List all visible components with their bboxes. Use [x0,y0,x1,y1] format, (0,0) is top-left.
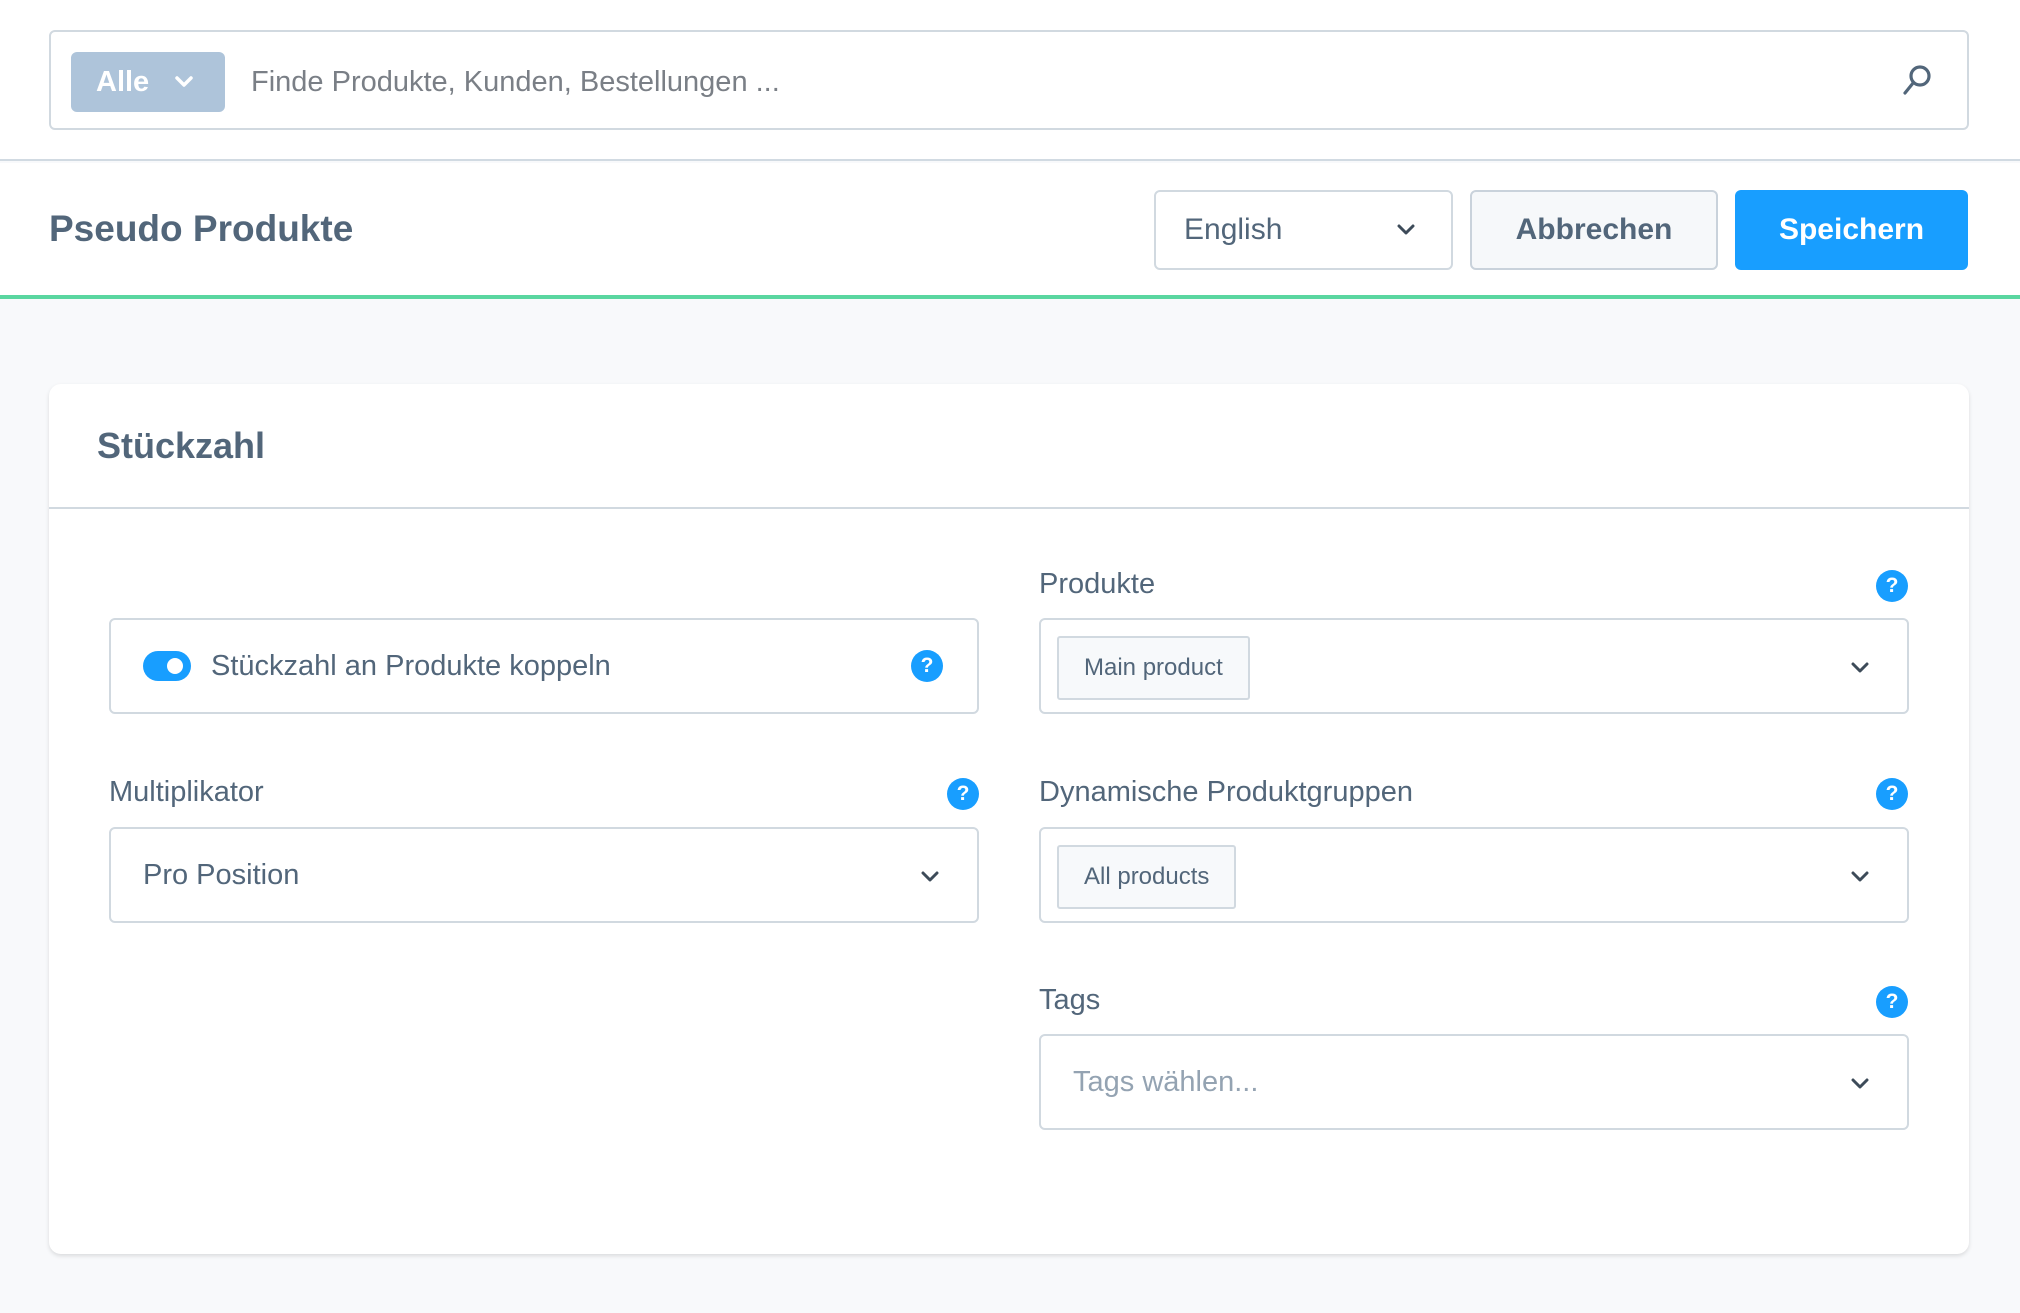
tags-select[interactable]: Tags wählen... [1039,1034,1909,1130]
search-scope-dropdown[interactable]: Alle [71,52,225,112]
search-icon[interactable] [1899,62,1935,98]
chevron-down-icon [175,76,193,87]
multiplier-select[interactable]: Pro Position [109,827,979,923]
language-select-value: English [1184,213,1283,246]
search-scope-label: Alle [96,65,150,98]
quantity-card: Stückzahl Stückzahl an Produkte koppeln … [49,384,1969,1254]
help-icon[interactable]: ? [947,778,979,810]
help-icon[interactable]: ? [1876,570,1908,602]
product-tag[interactable]: Main product [1057,636,1250,700]
chevron-down-icon [921,871,939,882]
card-header: Stückzahl [49,384,1969,509]
page-header: Pseudo Produkte English Abbrechen Speich… [0,163,2020,299]
search-input[interactable] [251,52,1751,112]
products-select[interactable]: Main product [1039,618,1909,714]
multiplier-value: Pro Position [143,858,300,891]
chevron-down-icon [1397,224,1415,235]
chevron-down-icon [1851,871,1869,882]
multiplier-label: Multiplikator [109,776,264,808]
global-search: Alle [49,30,1969,130]
save-button[interactable]: Speichern [1735,190,1968,270]
help-icon[interactable]: ? [1876,986,1908,1018]
tags-label: Tags [1039,984,1101,1016]
cancel-button[interactable]: Abbrechen [1470,190,1718,270]
card-title: Stückzahl [97,424,266,466]
dynamic-groups-select[interactable]: All products [1039,827,1909,923]
link-quantity-label: Stückzahl an Produkte koppeln [211,649,611,682]
products-label: Produkte [1039,568,1156,600]
help-icon[interactable]: ? [1876,778,1908,810]
language-select[interactable]: English [1154,190,1453,270]
toggle-knob [167,658,183,674]
help-icon[interactable]: ? [911,650,943,682]
tags-placeholder: Tags wählen... [1073,1065,1259,1098]
dynamic-groups-label: Dynamische Produktgruppen [1039,776,1413,808]
link-quantity-field: Stückzahl an Produkte koppeln ? [109,618,979,714]
link-quantity-toggle[interactable] [143,651,191,681]
top-search-bar: Alle [0,0,2020,161]
chevron-down-icon [1851,662,1869,673]
dynamic-group-tag[interactable]: All products [1057,845,1237,909]
chevron-down-icon [1851,1078,1869,1089]
page-title: Pseudo Produkte [49,208,354,249]
